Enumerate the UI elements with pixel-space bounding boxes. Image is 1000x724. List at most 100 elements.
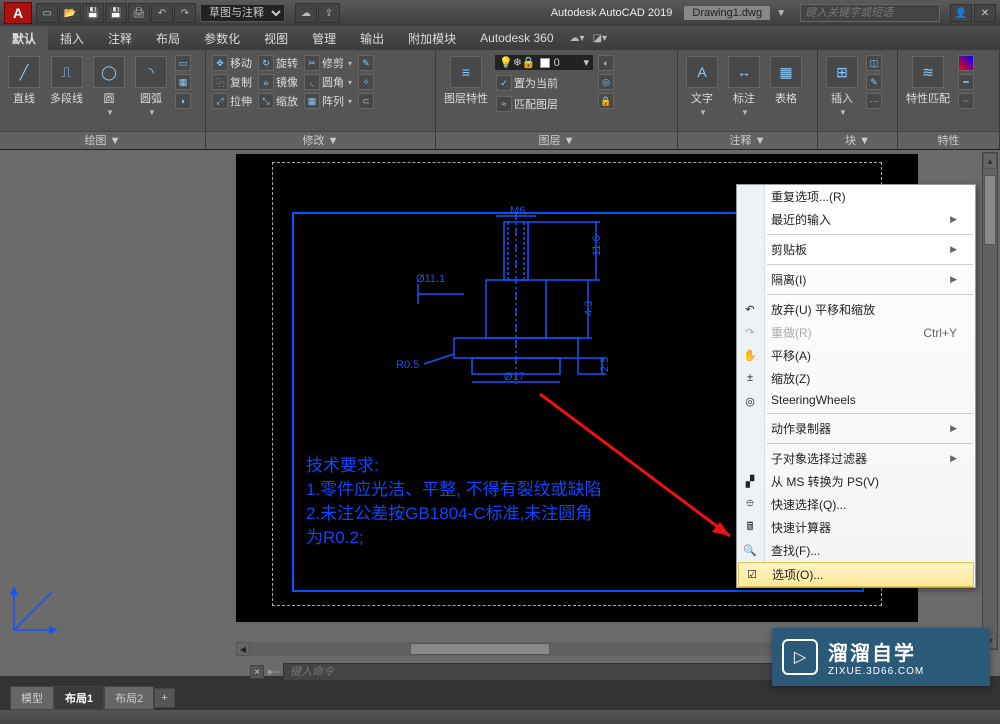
layer-iso-icon[interactable]: ◐	[596, 54, 616, 72]
search-input[interactable]	[800, 4, 940, 22]
copy-button[interactable]: ⿻复制	[210, 73, 254, 91]
trim-button[interactable]: ✂修剪▾	[302, 54, 354, 72]
panel-block-title[interactable]: 块 ▼	[818, 131, 897, 149]
circle-button[interactable]: ◯圆▼	[89, 54, 129, 119]
polyline-button[interactable]: ⎍多段线	[46, 54, 87, 108]
qat-undo-icon[interactable]: ↶	[151, 3, 173, 23]
ctx-msps[interactable]: ▞从 MS 转换为 PS(V)	[737, 470, 975, 493]
panel-modify-title[interactable]: 修改 ▼	[206, 131, 435, 149]
edit-block-icon[interactable]: ✎	[864, 73, 884, 91]
ctx-undo[interactable]: ↶放弃(U) 平移和缩放	[737, 298, 975, 321]
ctx-subfilter[interactable]: 子对象选择过滤器▶	[737, 447, 975, 470]
chevron-down-icon[interactable]: ▼	[776, 8, 786, 19]
tab-layout[interactable]: 布局	[144, 26, 192, 51]
ctx-steering[interactable]: ◎SteeringWheels	[737, 390, 975, 410]
tabs-more-icon[interactable]: ☁▾	[570, 33, 585, 44]
undo-icon: ↶	[742, 301, 758, 317]
tab-view[interactable]: 视图	[252, 26, 300, 51]
layer-props-button[interactable]: ≡图层特性	[440, 54, 492, 108]
app-logo[interactable]: A	[4, 2, 32, 24]
ctx-pan[interactable]: ✋平移(A)	[737, 344, 975, 367]
exchange-icon[interactable]: ✕	[974, 4, 996, 22]
move-button[interactable]: ✥移动	[210, 54, 254, 72]
ctx-recent[interactable]: 最近的输入▶	[737, 208, 975, 231]
explode-icon[interactable]: ✧	[356, 73, 376, 91]
hscroll-thumb[interactable]	[410, 643, 550, 655]
signin-icon[interactable]: 👤	[950, 4, 972, 22]
document-tab[interactable]: Drawing1.dwg	[684, 6, 770, 20]
ctx-redo: ↷重做(R)Ctrl+Y	[737, 321, 975, 344]
ltype-icon[interactable]: ┈	[956, 92, 976, 110]
ctx-clipboard[interactable]: 剪贴板▶	[737, 238, 975, 261]
tab-insert[interactable]: 插入	[48, 26, 96, 51]
vertical-scrollbar[interactable]: ▲ ▼	[982, 152, 998, 650]
qat-print-icon[interactable]: 🖨	[128, 3, 150, 23]
ctx-qselect[interactable]: ⯐快速选择(Q)...	[737, 493, 975, 516]
match-layer-button[interactable]: ≈匹配图层	[494, 95, 594, 113]
panel-annotate-title[interactable]: 注释 ▼	[678, 131, 817, 149]
attr-block-icon[interactable]: ⋯	[864, 92, 884, 110]
tab-default[interactable]: 默认	[0, 26, 48, 51]
panel-layers-title[interactable]: 图层 ▼	[436, 131, 677, 149]
match-props-button[interactable]: ≋特性匹配	[902, 54, 954, 108]
ctx-options[interactable]: ☑选项(O)...	[738, 562, 974, 587]
tab-a360[interactable]: Autodesk 360	[468, 27, 565, 49]
tab-model[interactable]: 模型	[10, 686, 54, 710]
fillet-button[interactable]: ◟圆角▾	[302, 73, 354, 91]
tab-parametric[interactable]: 参数化	[192, 26, 252, 51]
qat-save-icon[interactable]: 💾	[82, 3, 104, 23]
ellipse-icon[interactable]: ◗	[173, 92, 193, 110]
cmd-close-icon[interactable]: ×	[250, 665, 264, 679]
tab-addins[interactable]: 附加模块	[396, 26, 468, 51]
table-button[interactable]: ▦表格	[766, 54, 806, 108]
qat-cloud-icon[interactable]: ☁	[295, 3, 317, 23]
ctx-zoom[interactable]: ±缩放(Z)	[737, 367, 975, 390]
array-button[interactable]: ▦阵列▾	[302, 92, 354, 110]
tab-add-icon[interactable]: +	[154, 688, 174, 708]
qat-redo-icon[interactable]: ↷	[174, 3, 196, 23]
layer-selector[interactable]: 💡❄🔒0▾	[494, 54, 594, 71]
line-button[interactable]: ╱直线	[4, 54, 44, 108]
dim-button[interactable]: ↔标注▼	[724, 54, 764, 119]
create-block-icon[interactable]: ◫	[864, 54, 884, 72]
vscroll-thumb[interactable]	[984, 175, 996, 245]
rect-icon[interactable]: ▭	[173, 54, 193, 72]
ctx-qcalc[interactable]: 🖩快速计算器	[737, 516, 975, 539]
arc-button[interactable]: ◝圆弧▼	[131, 54, 171, 119]
ribbon: ╱直线 ⎍多段线 ◯圆▼ ◝圆弧▼ ▭ ▦ ◗ 绘图 ▼ ✥移动 ⿻复制 ⤢拉伸…	[0, 50, 1000, 150]
lweight-icon[interactable]: ━	[956, 73, 976, 91]
panel-props-title[interactable]: 特性	[898, 131, 999, 149]
workspace-selector[interactable]: 草图与注释	[200, 4, 285, 22]
ctx-action-rec[interactable]: 动作录制器▶	[737, 417, 975, 440]
tab-layout2[interactable]: 布局2	[104, 686, 154, 710]
layer-off-icon[interactable]: ◎	[596, 73, 616, 91]
redo-icon: ↷	[742, 324, 758, 340]
tab-output[interactable]: 输出	[348, 26, 396, 51]
scroll-left-icon[interactable]: ◀	[236, 642, 250, 656]
layer-lock-icon[interactable]: 🔒	[596, 92, 616, 110]
scroll-up-icon[interactable]: ▲	[983, 153, 997, 169]
tabs-overflow-icon[interactable]: ◪▾	[593, 33, 607, 44]
stretch-button[interactable]: ⤢拉伸	[210, 92, 254, 110]
ctx-isolate[interactable]: 隔离(I)▶	[737, 268, 975, 291]
color-icon[interactable]	[956, 54, 976, 72]
qat-share-icon[interactable]: ⇪	[318, 3, 340, 23]
qat-saveas-icon[interactable]: 💾	[105, 3, 127, 23]
qat-new-icon[interactable]: ▭	[36, 3, 58, 23]
offset-icon[interactable]: ⊂	[356, 92, 376, 110]
tab-layout1[interactable]: 布局1	[54, 686, 104, 710]
scale-button[interactable]: ⤡缩放	[256, 92, 300, 110]
erase-icon[interactable]: ✎	[356, 54, 376, 72]
set-current-button[interactable]: ✓置为当前	[494, 74, 594, 92]
hatch-icon[interactable]: ▦	[173, 73, 193, 91]
qat-open-icon[interactable]: 📂	[59, 3, 81, 23]
ctx-find[interactable]: 🔍查找(F)...	[737, 539, 975, 562]
panel-draw-title[interactable]: 绘图 ▼	[0, 131, 205, 149]
insert-button[interactable]: ⊞插入▼	[822, 54, 862, 119]
text-button[interactable]: A文字▼	[682, 54, 722, 119]
tab-annotate[interactable]: 注释	[96, 26, 144, 51]
ctx-repeat[interactable]: 重复选项...(R)	[737, 185, 975, 208]
tab-manage[interactable]: 管理	[300, 26, 348, 51]
rotate-button[interactable]: ↻旋转	[256, 54, 300, 72]
mirror-button[interactable]: ⦵镜像	[256, 73, 300, 91]
